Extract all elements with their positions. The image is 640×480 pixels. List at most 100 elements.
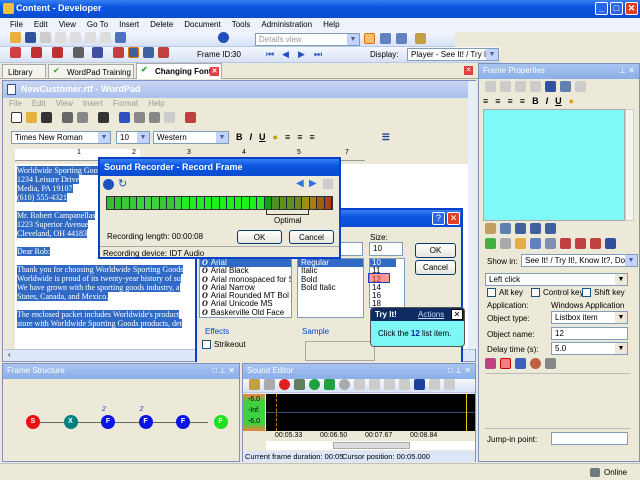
align-left-icon[interactable]: ≡: [483, 96, 488, 106]
align-right-icon[interactable]: ≡: [508, 96, 513, 106]
sound-scrollbar[interactable]: [266, 441, 475, 450]
bold-icon[interactable]: B: [532, 96, 539, 106]
link-icon[interactable]: [92, 47, 103, 58]
menu-go-to[interactable]: Go To: [87, 20, 108, 32]
control-key-checkbox[interactable]: Control key: [531, 288, 583, 298]
frame-down-icon[interactable]: [590, 238, 601, 249]
panel-controls-icon[interactable]: □ ⊥ ✕: [212, 366, 235, 375]
paste-icon[interactable]: [85, 32, 96, 43]
size-input[interactable]: 10: [369, 242, 403, 256]
start-marker[interactable]: [276, 394, 277, 431]
panel-controls-icon[interactable]: □ ⊥ ✕: [448, 366, 471, 375]
edit-frame-icon[interactable]: [113, 47, 124, 58]
actions-link[interactable]: Actions: [418, 310, 444, 319]
text-scrollbar[interactable]: [625, 109, 634, 221]
frame-node-f[interactable]: F: [213, 415, 228, 429]
capture-icon[interactable]: [128, 47, 139, 58]
open-icon[interactable]: [26, 112, 37, 123]
position-icon[interactable]: [515, 358, 526, 369]
action-select[interactable]: Left click ▼: [485, 273, 628, 286]
paste-icon[interactable]: [149, 112, 160, 123]
list-icon[interactable]: [500, 238, 511, 249]
recorder-cancel-button[interactable]: Cancel: [289, 230, 334, 244]
frame-node-f[interactable]: F: [101, 415, 115, 429]
pause-icon[interactable]: [103, 179, 114, 190]
add-frame-icon[interactable]: [31, 47, 42, 58]
font-a-icon[interactable]: [605, 238, 616, 249]
frame-node-f[interactable]: F: [138, 415, 153, 429]
hand-icon[interactable]: [515, 238, 526, 249]
properties-icon[interactable]: [415, 33, 426, 44]
align-center-icon[interactable]: ≡: [495, 96, 500, 106]
wordpad-menu-edit[interactable]: Edit: [32, 99, 46, 108]
underline-icon[interactable]: U: [555, 96, 562, 106]
italic-icon[interactable]: I: [546, 96, 549, 106]
help-icon[interactable]: [218, 32, 229, 43]
new-icon[interactable]: [11, 112, 22, 123]
paste-icon[interactable]: [515, 81, 526, 92]
font-dialog-close-button[interactable]: ✕: [447, 212, 460, 225]
bucket-icon[interactable]: [530, 238, 541, 249]
record-icon[interactable]: [279, 379, 290, 390]
font-cancel-button[interactable]: Cancel: [415, 260, 456, 275]
wordpad-menu-view[interactable]: View: [56, 99, 73, 108]
cut-icon[interactable]: [119, 112, 130, 123]
jump-in-point-input[interactable]: [551, 432, 628, 445]
cut-icon[interactable]: [55, 32, 66, 43]
display-select[interactable]: Player - See It! / Try It! ▼: [407, 48, 499, 61]
frame-node-x[interactable]: X: [63, 415, 78, 429]
timer-icon[interactable]: [530, 358, 541, 369]
align-right-icon[interactable]: ≡: [309, 132, 314, 143]
details-view-icon[interactable]: [364, 33, 375, 44]
font-ok-button[interactable]: OK: [415, 243, 456, 258]
vertical-scrollbar[interactable]: [468, 81, 476, 349]
tab-close-icon[interactable]: ✕: [210, 67, 219, 76]
scroll-left-icon[interactable]: ‹: [5, 350, 11, 359]
minimize-button[interactable]: _: [595, 2, 608, 15]
stop-icon[interactable]: [339, 379, 350, 390]
font-name-select[interactable]: Times New Roman ▼: [11, 131, 111, 144]
bubble-text-area[interactable]: [483, 109, 625, 221]
last-frame-icon[interactable]: ⏭: [314, 49, 322, 60]
prev-frame-icon[interactable]: ◀: [282, 49, 289, 60]
save-icon[interactable]: [41, 112, 52, 123]
color-icon[interactable]: ●: [273, 132, 278, 143]
markers-icon[interactable]: [429, 379, 440, 390]
strikeout-checkbox[interactable]: Strikeout: [202, 340, 246, 350]
spell-icon[interactable]: [575, 81, 586, 92]
close-document-icon[interactable]: ✕: [464, 66, 473, 75]
italic-icon[interactable]: I: [250, 132, 253, 143]
undo-icon[interactable]: [115, 32, 126, 43]
copy-icon[interactable]: [134, 112, 145, 123]
object-type-select[interactable]: Listbox item ▼: [551, 311, 628, 324]
highlight-icon[interactable]: [500, 358, 511, 369]
print-icon[interactable]: [40, 32, 51, 43]
capture-page-icon[interactable]: [545, 223, 556, 234]
date-time-icon[interactable]: [185, 112, 196, 123]
copy-icon[interactable]: [70, 32, 81, 43]
move-icon[interactable]: [560, 238, 571, 249]
align-center-icon[interactable]: ≡: [297, 132, 302, 143]
frame-node-f[interactable]: F: [176, 415, 190, 429]
justify-icon[interactable]: ≡: [520, 96, 525, 106]
style-list-item[interactable]: Bold Italic: [298, 283, 363, 292]
menu-edit[interactable]: Edit: [34, 20, 48, 32]
wordpad-menu-insert[interactable]: Insert: [83, 99, 103, 108]
delete-icon[interactable]: [399, 379, 410, 390]
delete-icon[interactable]: [100, 32, 111, 43]
maximize-button[interactable]: □: [610, 2, 623, 15]
bubble-icon[interactable]: [485, 238, 496, 249]
panel-controls-icon[interactable]: ⊥ ✕: [619, 66, 635, 75]
find-icon[interactable]: [98, 112, 109, 123]
grid-icon[interactable]: [323, 179, 333, 189]
tab-wordpad-training[interactable]: ✔ WordPad Training: [48, 64, 134, 79]
recorder-ok-button[interactable]: OK: [237, 230, 282, 244]
font-size-select[interactable]: 10 ▼: [116, 131, 150, 144]
font-list-item[interactable]: O Baskerville Old Face: [200, 308, 291, 317]
alt-key-checkbox[interactable]: Alt key: [487, 288, 523, 298]
play-selection-icon[interactable]: [324, 379, 335, 390]
menu-view[interactable]: View: [59, 20, 76, 32]
bold-icon[interactable]: B: [236, 132, 243, 143]
copy-frame-icon[interactable]: [545, 238, 556, 249]
copy-icon[interactable]: [500, 81, 511, 92]
